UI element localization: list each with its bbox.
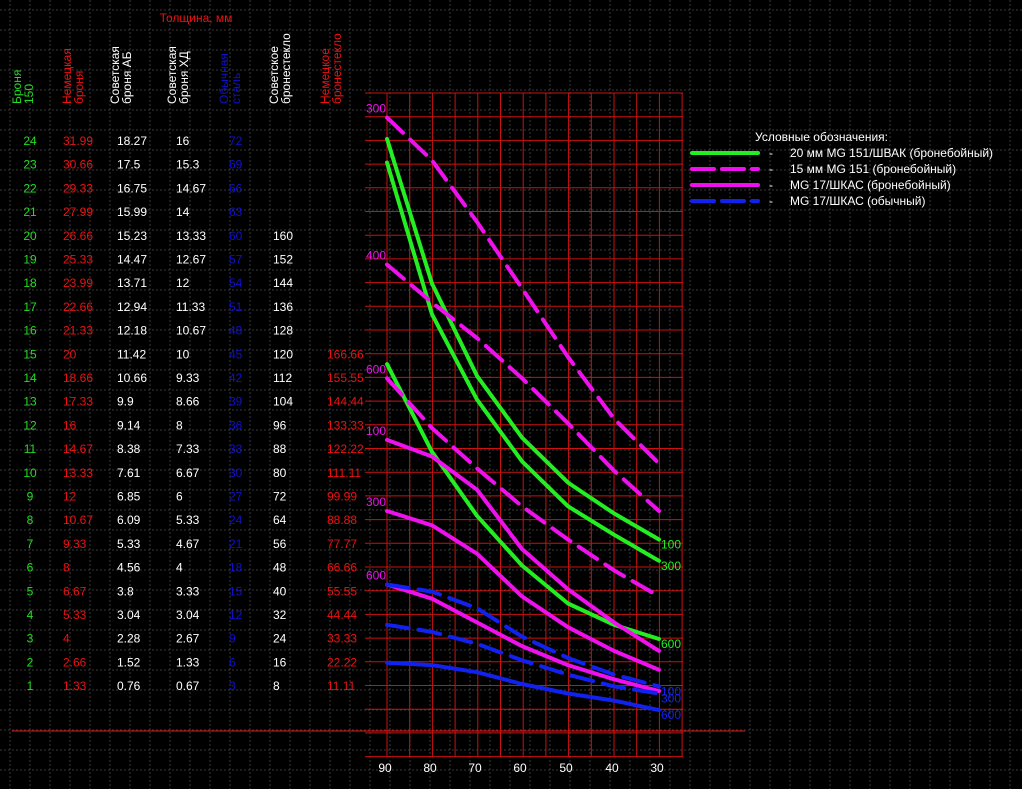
x-tick-label: 60	[513, 761, 527, 775]
x-tick-label: 30	[650, 761, 664, 775]
series-start-label: 300	[366, 495, 386, 509]
legend-separator: -	[769, 146, 773, 160]
legend-item: - 20 мм MG 151/ШВАК (бронебойный)	[690, 145, 993, 161]
x-tick-label: 40	[605, 761, 619, 775]
series-start-label: 300	[366, 102, 386, 116]
x-tick-label: 50	[559, 761, 573, 775]
series-end-label: 600	[661, 637, 681, 651]
series-end-label: 300	[661, 692, 681, 706]
legend-separator: -	[769, 162, 773, 176]
legend-swatch	[690, 199, 760, 203]
chart-grid	[365, 92, 683, 758]
series-start-label: 100	[366, 424, 386, 438]
legend-label: 15 мм MG 151 (бронебойный)	[790, 162, 957, 176]
legend-label: MG 17/ШКАС (обычный)	[790, 194, 926, 208]
legend-item: - MG 17/ШКАС (бронебойный)	[690, 177, 951, 193]
legend-separator: -	[769, 194, 773, 208]
series-end-label: 300	[661, 559, 681, 573]
x-tick-label: 90	[378, 761, 392, 775]
x-tick-label: 80	[423, 761, 437, 775]
series-start-label: 400	[366, 249, 386, 263]
legend-label: MG 17/ШКАС (бронебойный)	[790, 178, 951, 192]
x-tick-label: 70	[468, 761, 482, 775]
legend-item: - 15 мм MG 151 (бронебойный)	[690, 161, 956, 177]
legend-swatch	[690, 151, 760, 155]
series-end-label: 600	[661, 708, 681, 722]
legend-swatch	[690, 167, 760, 171]
series-start-label: 600	[366, 569, 386, 583]
legend-separator: -	[769, 178, 773, 192]
legend-label: 20 мм MG 151/ШВАК (бронебойный)	[790, 146, 994, 160]
series-start-label: 600	[366, 362, 386, 376]
legend-title: Условные обозначения:	[755, 130, 888, 144]
series-end-label: 100	[661, 537, 681, 551]
legend-item: - MG 17/ШКАС (обычный)	[690, 193, 925, 209]
legend-swatch	[690, 183, 760, 187]
penetration-chart: 90 80 70 60 50 40 30 100 300 600 300 400 600 100 300 60…	[365, 92, 683, 775]
